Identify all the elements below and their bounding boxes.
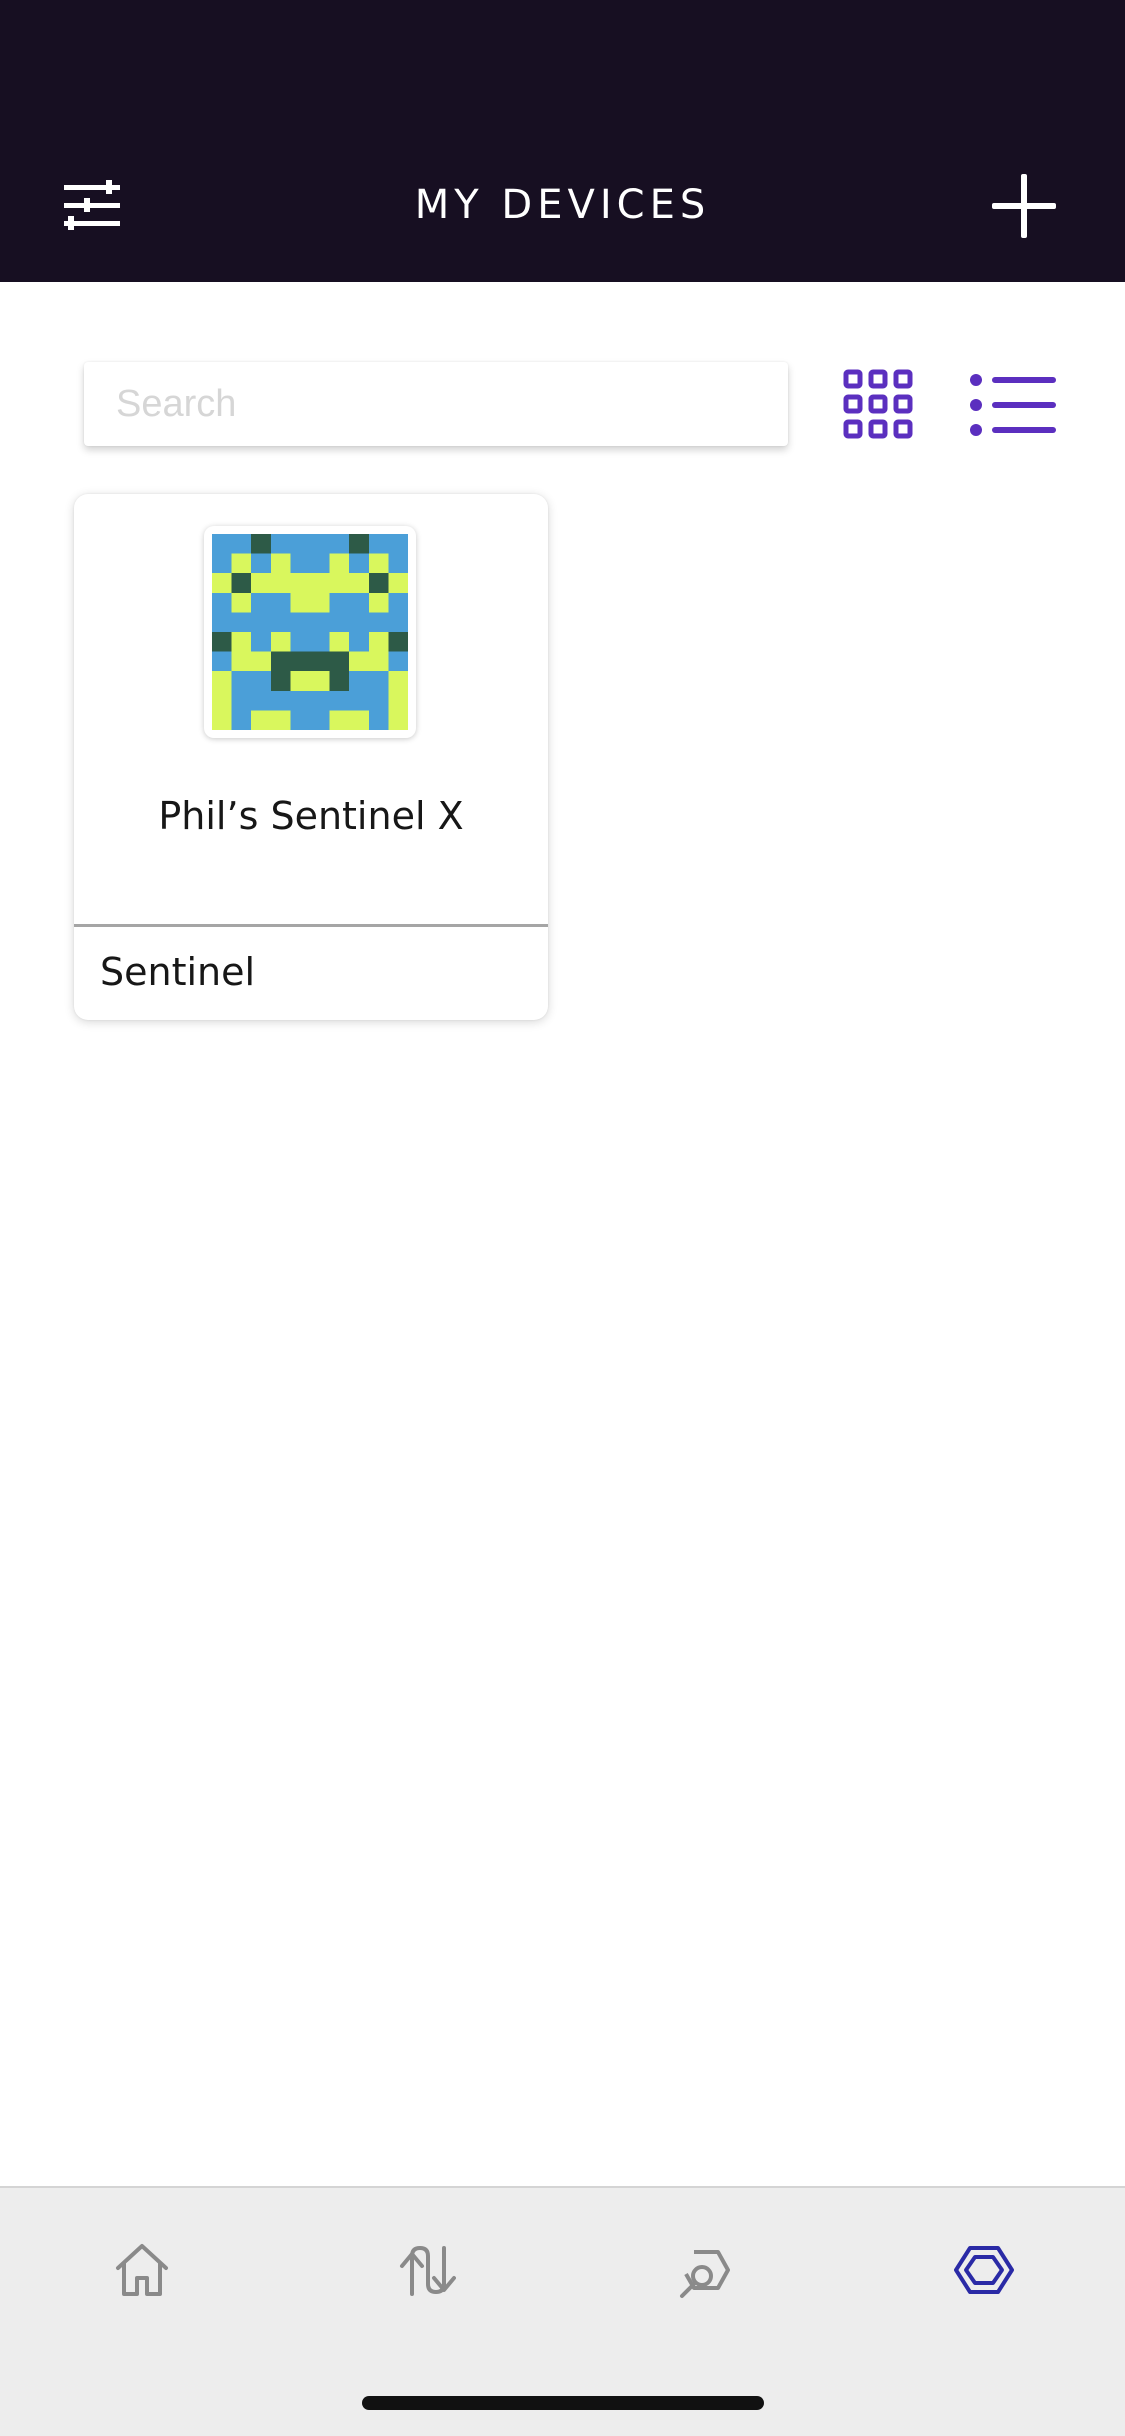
top-app-bar: MY DEVICES xyxy=(0,0,1125,282)
search-bar xyxy=(84,362,788,446)
pixel-avatar-image xyxy=(212,534,408,730)
grid-icon xyxy=(843,369,913,439)
tab-transfer[interactable] xyxy=(392,2238,456,2302)
home-indicator xyxy=(362,2396,764,2410)
transfer-icon xyxy=(400,2245,456,2296)
device-name: Phil’s Sentinel X xyxy=(158,794,464,838)
tab-explore[interactable] xyxy=(672,2238,736,2302)
plus-icon xyxy=(992,174,1056,238)
explore-icon xyxy=(680,2250,730,2298)
tab-home[interactable] xyxy=(110,2238,174,2302)
list-icon xyxy=(970,374,1056,436)
page-title: MY DEVICES xyxy=(414,182,711,228)
tab-devices[interactable] xyxy=(952,2238,1016,2302)
list-view-button[interactable] xyxy=(970,372,1060,438)
search-input[interactable] xyxy=(84,362,788,446)
device-card[interactable]: Phil’s Sentinel X Sentinel xyxy=(74,494,548,1020)
add-device-button[interactable] xyxy=(990,172,1058,240)
device-avatar xyxy=(204,526,416,738)
home-icon xyxy=(116,2244,168,2296)
grid-view-button[interactable] xyxy=(842,368,914,440)
device-type: Sentinel xyxy=(100,950,256,994)
card-divider xyxy=(74,924,548,927)
devices-hexagon-icon xyxy=(954,2246,1014,2294)
